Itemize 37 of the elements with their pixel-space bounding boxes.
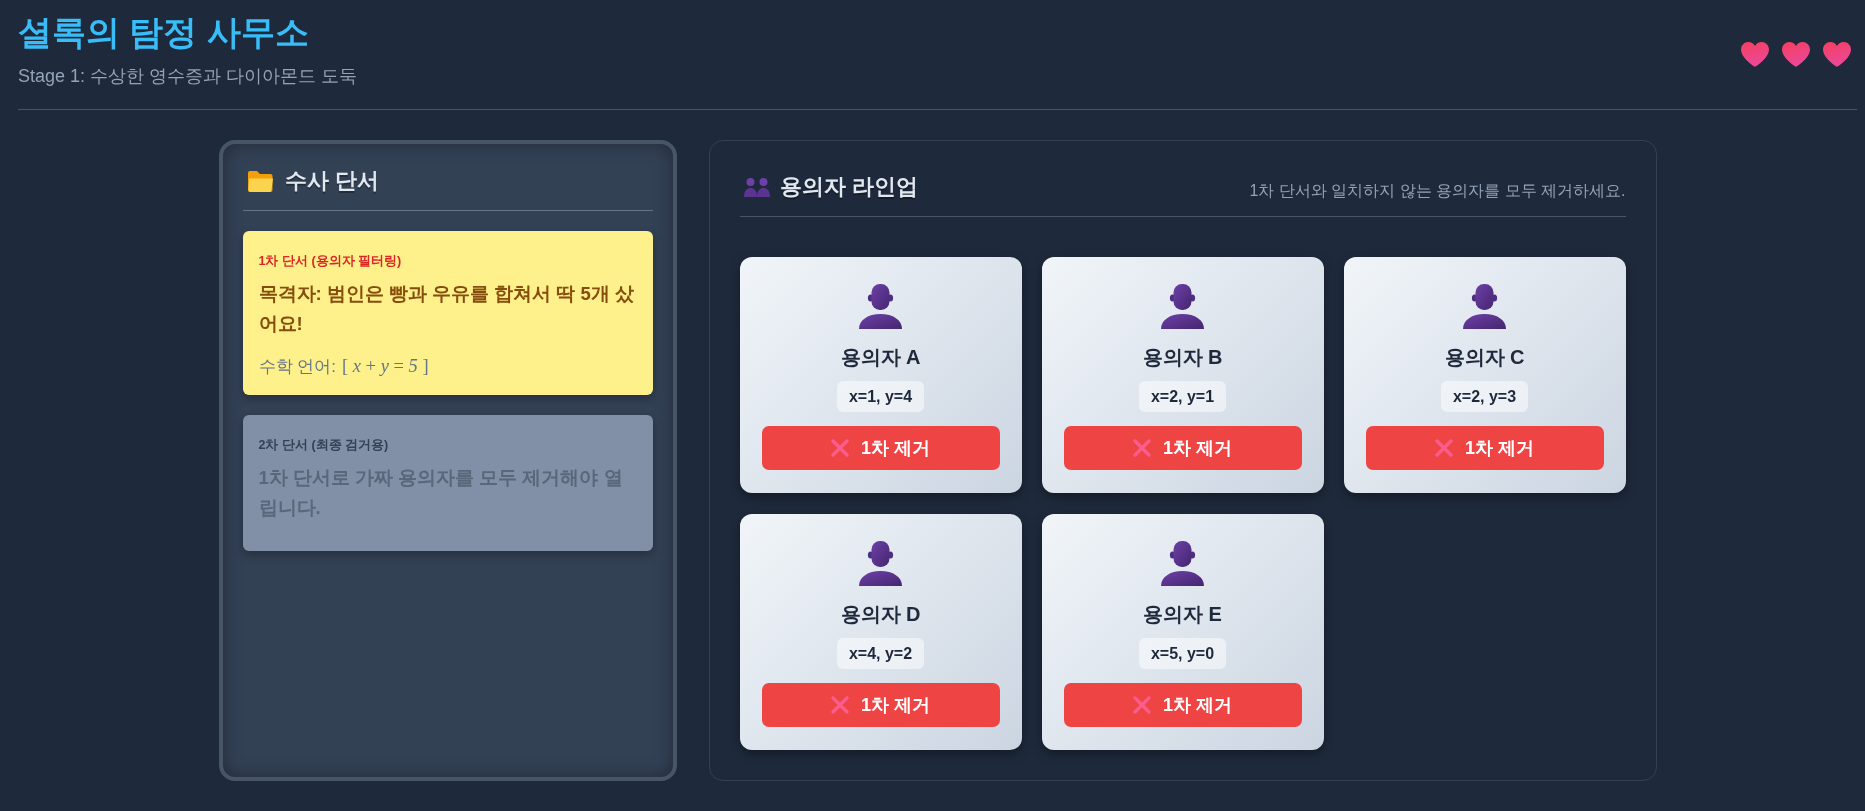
person-silhouette-icon: [1161, 284, 1204, 329]
suspect-values: x=2, y=3: [1440, 381, 1529, 412]
eliminate-button[interactable]: 1차 제거: [1063, 426, 1302, 470]
panel-title: 수사 단서: [284, 167, 379, 195]
eliminate-button[interactable]: 1차 제거: [1063, 683, 1302, 727]
person-silhouette-icon: [859, 541, 902, 586]
clue-label: 1차 단서 (용의자 필터링): [258, 253, 402, 270]
person-silhouette-icon: [859, 284, 902, 329]
suspect-name: 용의자 E: [1143, 602, 1222, 627]
clue-label: 2차 단서 (최종 검거용): [258, 437, 389, 454]
cross-icon: [831, 696, 849, 714]
suspect-values: x=5, y=0: [1138, 638, 1227, 669]
person-silhouette-icon: [1161, 541, 1204, 586]
suspect-name: 용의자 D: [840, 602, 921, 627]
people-icon: [743, 177, 770, 197]
person-silhouette-icon: [1463, 284, 1506, 329]
cross-icon: [1435, 439, 1453, 457]
suspect-values: x=1, y=4: [836, 381, 925, 412]
math-formula: [ x + y = 5 ]: [341, 355, 429, 378]
suspect-values: x=2, y=1: [1138, 381, 1227, 412]
eliminate-button[interactable]: 1차 제거: [761, 426, 1000, 470]
instruction-text: 1차 단서와 일치하지 않는 용의자를 모두 제거하세요.: [1249, 181, 1626, 201]
cross-icon: [831, 439, 849, 457]
math-label: 수학 언어:: [258, 356, 336, 378]
cross-icon: [1133, 696, 1151, 714]
suspect-name: 용의자 A: [840, 345, 921, 370]
stage-subtitle: Stage 1: 수상한 영수증과 다이아몬드 도둑: [18, 65, 358, 88]
folder-icon: [247, 170, 273, 192]
panel-title: 용의자 라인업: [779, 173, 918, 201]
eliminate-button[interactable]: 1차 제거: [1365, 426, 1604, 470]
eliminate-button[interactable]: 1차 제거: [761, 683, 1000, 727]
suspect-name: 용의자 B: [1142, 345, 1223, 370]
clue-text: 목격자: 범인은 빵과 우유를 합쳐서 딱 5개 샀어요!: [258, 282, 635, 336]
page-title: 셜록의 탐정 사무소: [18, 12, 309, 52]
cross-icon: [1133, 439, 1151, 457]
suspect-values: x=4, y=2: [836, 638, 925, 669]
suspect-name: 용의자 C: [1444, 345, 1525, 370]
